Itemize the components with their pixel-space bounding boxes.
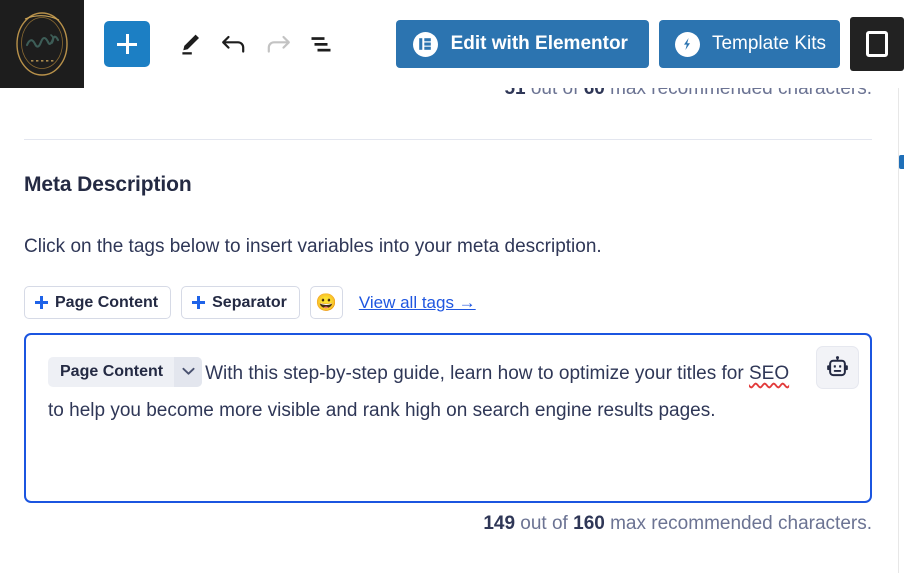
editor-text-before-error: With this step-by-step guide, learn how … — [205, 363, 749, 384]
rounded-square-outline-icon — [866, 31, 888, 57]
seo-settings-panel: 51 out of 60 max recommended characters.… — [0, 88, 904, 573]
meta-description-count-suffix: max recommended characters. — [610, 513, 872, 534]
tag-buttons-row: Page Content Separator 😀 View all tags → — [24, 286, 476, 319]
meta-title-count-middle: out of — [530, 88, 579, 99]
template-kits-button[interactable]: Template Kits — [658, 20, 840, 68]
elementor-logo-icon — [412, 31, 438, 57]
meta-title-count: 51 — [504, 88, 526, 99]
plus-icon — [192, 296, 206, 309]
meta-description-max: 160 — [573, 513, 605, 534]
meta-description-editor[interactable]: Page Content With this step-by-step guid… — [24, 333, 872, 503]
meta-title-character-counter: 51 out of 60 max recommended characters. — [0, 88, 872, 100]
site-logo[interactable] — [0, 0, 84, 88]
edit-with-elementor-label: Edit with Elementor — [450, 33, 628, 54]
pencil-icon — [182, 34, 199, 55]
meta-description-count-middle: out of — [520, 513, 568, 534]
emoji-smiley-icon: 😀 — [315, 293, 337, 312]
undo-button[interactable] — [212, 22, 256, 66]
plus-icon — [117, 34, 137, 54]
lightning-bolt-icon — [674, 31, 700, 57]
template-kits-label: Template Kits — [711, 33, 826, 54]
right-edge-tab-handle[interactable] — [899, 155, 904, 169]
robot-icon — [827, 356, 848, 377]
chevron-down-icon[interactable] — [174, 356, 203, 387]
ai-generate-button[interactable] — [816, 346, 859, 389]
insert-tag-separator-label: Separator — [212, 293, 287, 311]
edit-pencil-button[interactable] — [168, 22, 212, 66]
list-indent-icon — [311, 37, 331, 52]
meta-description-helper-text: Click on the tags below to insert variab… — [24, 236, 602, 257]
editor-text-after-error: to help you become more visible and rank… — [48, 400, 716, 421]
page-content-token[interactable]: Page Content — [48, 356, 203, 387]
meta-description-heading: Meta Description — [24, 173, 192, 196]
admin-bar: Edit with Elementor Template Kits — [0, 0, 904, 88]
undo-arrow-icon — [222, 35, 245, 53]
dark-panel-button[interactable] — [850, 17, 904, 71]
add-new-button[interactable] — [104, 21, 150, 67]
section-divider — [24, 139, 872, 140]
admin-bar-actions: Edit with Elementor Template Kits — [395, 0, 904, 88]
right-edge-strip — [898, 88, 904, 573]
meta-description-editor-content[interactable]: Page Content With this step-by-step guid… — [26, 335, 870, 429]
meta-title-max: 60 — [583, 88, 605, 99]
redo-arrow-icon — [267, 35, 290, 53]
plus-icon — [35, 296, 48, 309]
meta-description-character-counter: 149 out of 160 max recommended character… — [0, 513, 872, 535]
insert-tag-page-content-button[interactable]: Page Content — [24, 286, 172, 319]
site-logo-circular-monogram-icon — [16, 12, 68, 76]
meta-title-count-suffix: max recommended characters. — [610, 88, 872, 99]
page-content-token-label: Page Content — [60, 363, 164, 381]
emoji-picker-button[interactable]: 😀 — [309, 286, 343, 319]
view-all-tags-link[interactable]: View all tags → — [359, 293, 476, 313]
misspelled-word: SEO — [748, 363, 790, 384]
meta-description-count: 149 — [483, 513, 516, 534]
insert-tag-separator-button[interactable]: Separator — [181, 286, 300, 319]
insert-tag-page-content-label: Page Content — [55, 293, 159, 311]
redo-button[interactable] — [256, 22, 300, 66]
edit-with-elementor-button[interactable]: Edit with Elementor — [395, 20, 649, 68]
document-outline-button[interactable] — [300, 22, 344, 66]
